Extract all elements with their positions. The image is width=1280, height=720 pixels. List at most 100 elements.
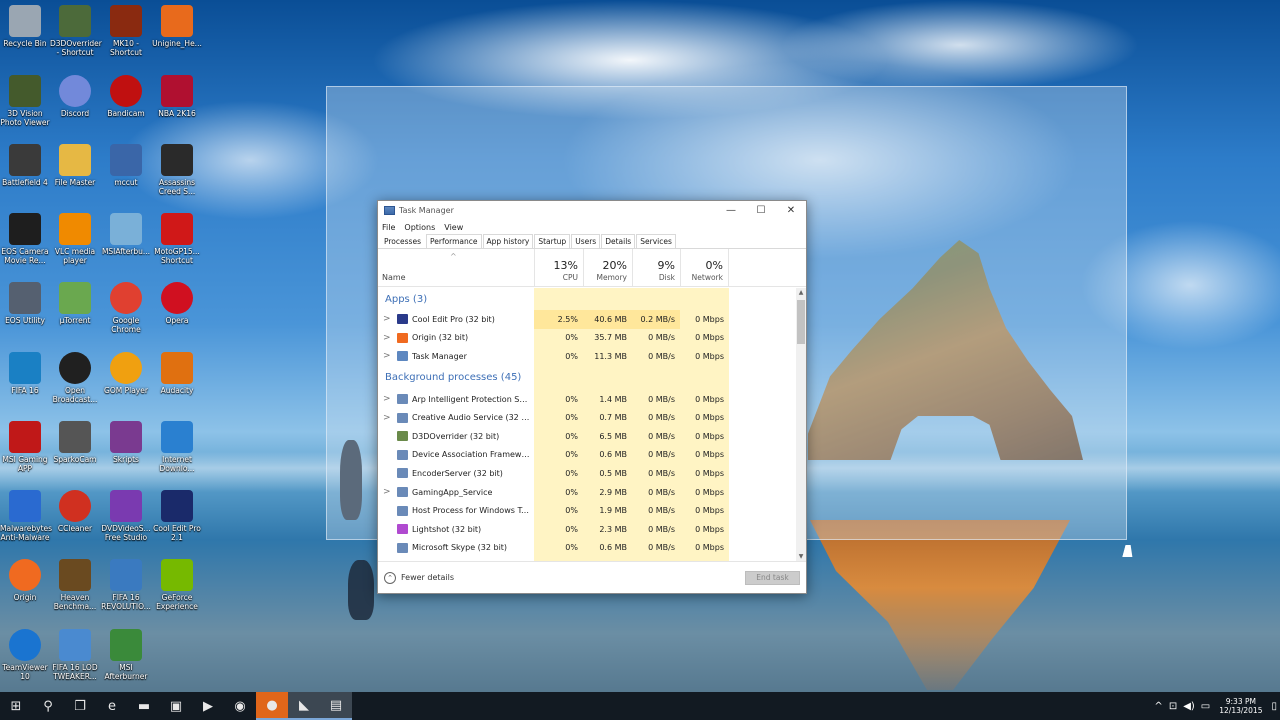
desktop-icon[interactable]: DVDVideoS... Free Studio: [101, 490, 151, 542]
desktop-icon[interactable]: FIFA 16 LOD TWEAKER...: [50, 629, 100, 681]
desktop-icon[interactable]: TeamViewer 10: [0, 629, 50, 681]
task-view-icon[interactable]: ❐: [64, 692, 96, 720]
tab-services[interactable]: Services: [636, 234, 676, 248]
desktop-icon[interactable]: Unigine_He...: [152, 5, 202, 48]
task-manager-window[interactable]: Task Manager — ☐ ✕ File Options View Pro…: [377, 200, 807, 594]
desktop-icon[interactable]: MK10 - Shortcut: [101, 5, 151, 57]
desktop-icon[interactable]: µTorrent: [50, 282, 100, 325]
menu-view[interactable]: View: [444, 223, 463, 232]
minimize-button[interactable]: —: [716, 201, 746, 220]
desktop-icon[interactable]: FIFA 16: [0, 352, 50, 395]
menu-options[interactable]: Options: [404, 223, 435, 232]
column-memory[interactable]: 20% Memory: [583, 249, 632, 287]
tab-details[interactable]: Details: [601, 234, 636, 248]
desktop-icon[interactable]: Internet Downlo...: [152, 421, 202, 473]
scroll-up-icon[interactable]: ▲: [796, 288, 806, 298]
desktop-icon[interactable]: mccut: [101, 144, 151, 187]
tab-users[interactable]: Users: [571, 234, 601, 248]
network-icon[interactable]: ⊡: [1169, 701, 1177, 712]
desktop-icon[interactable]: Opera: [152, 282, 202, 325]
end-task-button[interactable]: End task: [745, 571, 800, 585]
close-button[interactable]: ✕: [776, 201, 806, 220]
column-cpu[interactable]: 13% CPU: [534, 249, 583, 287]
tab-performance[interactable]: Performance: [425, 234, 482, 248]
tab-startup[interactable]: Startup: [534, 234, 571, 248]
scroll-thumb[interactable]: [797, 300, 805, 344]
desktop-icon[interactable]: Google Chrome: [101, 282, 151, 334]
expand-chevron-icon[interactable]: >: [383, 314, 391, 324]
desktop-icon[interactable]: Battlefield 4: [0, 144, 50, 187]
process-row[interactable]: > GamingApp_Service 0% 2.9 MB 0 MB/s 0 Mbps: [378, 483, 798, 502]
process-row[interactable]: EncoderServer (32 bit) 0% 0.5 MB 0 MB/s 0 Mb…: [378, 464, 798, 483]
column-network[interactable]: 0% Network: [680, 249, 729, 287]
process-row[interactable]: Microsoft Skype (32 bit) 0% 0.6 MB 0 MB/s 0 …: [378, 539, 798, 558]
desktop-icon[interactable]: Audacity: [152, 352, 202, 395]
desktop-icon[interactable]: NBA 2K16: [152, 75, 202, 118]
desktop-icon[interactable]: Open Broadcast...: [50, 352, 100, 404]
process-row[interactable]: > Origin (32 bit) 0% 35.7 MB 0 MB/s 0 Mbps: [378, 329, 798, 348]
expand-chevron-icon[interactable]: >: [383, 351, 391, 361]
desktop-icon[interactable]: Heaven Benchma...: [50, 559, 100, 611]
desktop-icon[interactable]: 3D Vision Photo Viewer: [0, 75, 50, 127]
apps-group-header[interactable]: Apps (3): [378, 288, 798, 310]
desktop-icon[interactable]: GOM Player: [101, 352, 151, 395]
process-row[interactable]: > Task Manager 0% 11.3 MB 0 MB/s 0 Mbps: [378, 347, 798, 366]
process-row[interactable]: Host Process for Windows Tasks 0% 1.9 MB 0 …: [378, 501, 798, 520]
media-player-icon[interactable]: ▶: [192, 692, 224, 720]
desktop-icon[interactable]: Cool Edit Pro 2.1: [152, 490, 202, 542]
process-row[interactable]: Lightshot (32 bit) 0% 2.3 MB 0 MB/s 0 Mbps: [378, 520, 798, 539]
expand-chevron-icon[interactable]: >: [383, 413, 391, 423]
desktop-icon[interactable]: Skripts: [101, 421, 151, 464]
tray-chevron-icon[interactable]: ^: [1154, 701, 1162, 712]
desktop-icon[interactable]: SparkoCam: [50, 421, 100, 464]
desktop-icon[interactable]: EOS Camera Movie Re...: [0, 213, 50, 265]
store-icon[interactable]: ▣: [160, 692, 192, 720]
keyboard-icon[interactable]: ▭: [1201, 701, 1210, 712]
desktop-icon[interactable]: MSIAfterbu...: [101, 213, 151, 256]
desktop-icon[interactable]: Recycle Bin: [0, 5, 50, 48]
desktop-icon[interactable]: MSI Gaming APP: [0, 421, 50, 473]
origin-icon[interactable]: ●: [256, 692, 288, 720]
desktop-icon[interactable]: GeForce Experience: [152, 559, 202, 611]
task-manager-icon[interactable]: ▤: [320, 692, 352, 720]
volume-icon[interactable]: ◀): [1183, 701, 1195, 712]
tab-app-history[interactable]: App history: [482, 234, 534, 248]
column-name[interactable]: Name: [382, 273, 406, 282]
process-row[interactable]: > Arp Intelligent Protection Servic... 0% 1…: [378, 390, 798, 409]
expand-chevron-icon[interactable]: >: [383, 333, 391, 343]
process-row[interactable]: > Cool Edit Pro (32 bit) 2.5% 40.6 MB 0.2 MB…: [378, 310, 798, 329]
desktop-icon[interactable]: Assassins Creed S...: [152, 144, 202, 196]
desktop-icon[interactable]: MotoGP15... Shortcut: [152, 213, 202, 265]
desktop-icon[interactable]: Malwarebytes Anti-Malware: [0, 490, 52, 542]
search-icon[interactable]: ⚲: [32, 692, 64, 720]
start-icon[interactable]: ⊞: [0, 692, 32, 720]
maximize-button[interactable]: ☐: [746, 201, 776, 220]
desktop-icon[interactable]: VLC media player: [50, 213, 100, 265]
process-row[interactable]: > Creative Audio Service (32 bit) 0% 0.7 MB…: [378, 408, 798, 427]
desktop-icon[interactable]: MSI Afterburner: [101, 629, 151, 681]
cool-edit-pro-icon[interactable]: ◣: [288, 692, 320, 720]
vertical-scrollbar[interactable]: ▲ ▼: [796, 288, 806, 562]
desktop-icon[interactable]: D3DOverrider - Shortcut: [50, 5, 102, 57]
obs-icon[interactable]: ◉: [224, 692, 256, 720]
menu-file[interactable]: File: [382, 223, 395, 232]
notifications-icon[interactable]: ▯: [1271, 701, 1277, 712]
background-group-header[interactable]: Background processes (45): [378, 366, 798, 390]
desktop-icon[interactable]: FIFA 16 REVOLUTIO...: [101, 559, 151, 611]
expand-chevron-icon[interactable]: >: [383, 487, 391, 497]
file-explorer-icon[interactable]: ▬: [128, 692, 160, 720]
process-row[interactable]: D3DOverrider (32 bit) 0% 6.5 MB 0 MB/s 0 Mbp…: [378, 427, 798, 446]
desktop-icon[interactable]: EOS Utility: [0, 282, 50, 325]
desktop-icon[interactable]: Origin: [0, 559, 50, 602]
edge-icon[interactable]: e: [96, 692, 128, 720]
process-row[interactable]: Device Association Framework ... 0% 0.6 MB…: [378, 446, 798, 465]
fewer-details-button[interactable]: ⌃ Fewer details: [384, 571, 454, 584]
clock[interactable]: 9:33 PM 12/13/2015: [1219, 697, 1262, 715]
expand-chevron-icon[interactable]: >: [383, 394, 391, 404]
desktop-icon[interactable]: CCleaner: [50, 490, 100, 533]
desktop-icon[interactable]: Discord: [50, 75, 100, 118]
tab-processes[interactable]: Processes: [380, 234, 425, 248]
column-disk[interactable]: 9% Disk: [632, 249, 680, 287]
desktop-icon[interactable]: File Master: [50, 144, 100, 187]
desktop-icon[interactable]: Bandicam: [101, 75, 151, 118]
